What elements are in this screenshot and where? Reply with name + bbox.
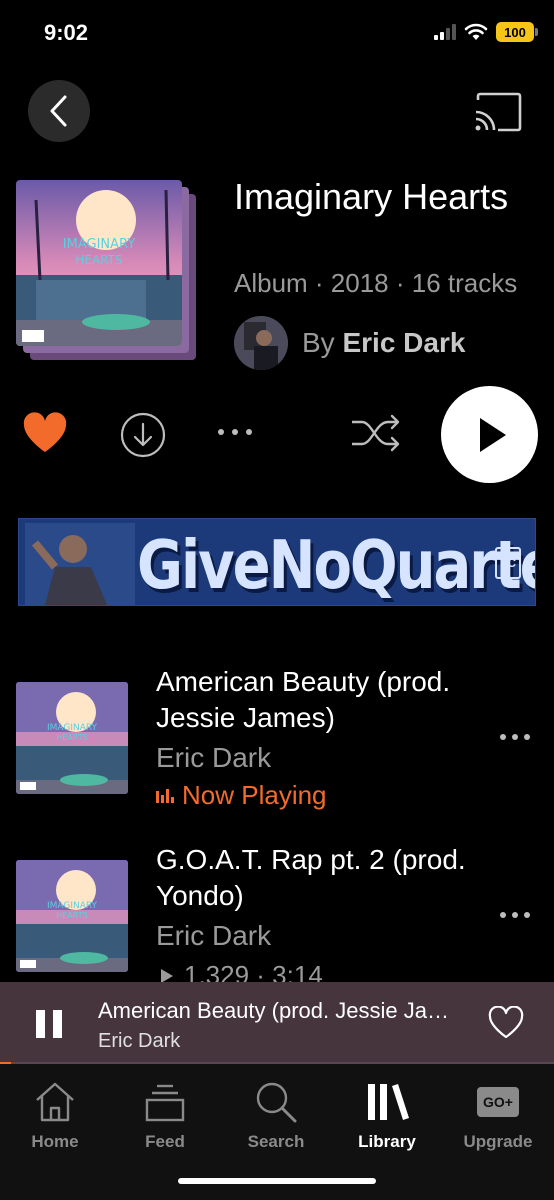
track-more-button[interactable] — [500, 734, 530, 740]
like-button[interactable] — [22, 412, 68, 454]
artist-name[interactable]: Eric Dark — [342, 327, 465, 358]
track-title: American Beauty (prod. Jessie James) — [156, 666, 451, 733]
tab-label: Search — [247, 1132, 305, 1151]
album-cover-title: IMAGINARY — [63, 237, 135, 252]
artist-avatar — [234, 316, 288, 370]
track-artist: Eric Dark — [156, 742, 272, 773]
more-options-button[interactable] — [212, 422, 258, 442]
track-artist: Eric Dark — [156, 920, 272, 951]
album-art-image: IMAGINARY HEARTS — [16, 180, 182, 346]
mini-like-button[interactable] — [488, 1005, 524, 1040]
go-plus-icon: GO+ — [477, 1087, 519, 1117]
mini-player[interactable]: American Beauty (prod. Jessie James) Eri… — [0, 982, 554, 1064]
album-meta: Album · 2018 · 16 tracks — [234, 268, 518, 298]
cast-icon — [475, 92, 522, 132]
tab-home[interactable]: Home — [0, 1076, 110, 1152]
tab-label: Library — [358, 1132, 416, 1151]
cast-button[interactable] — [472, 90, 524, 134]
mini-player-title: American Beauty (prod. Jessie James) — [98, 998, 460, 1023]
svg-text:HEARTS: HEARTS — [56, 911, 87, 920]
now-playing-label: Now Playing — [182, 780, 327, 810]
tab-label: Upgrade — [463, 1132, 533, 1151]
track-artwork: IMAGINARY HEARTS — [16, 860, 128, 972]
tab-feed[interactable]: Feed — [110, 1076, 220, 1152]
banner-ad[interactable]: GiveNoQuarter LC — [18, 518, 536, 606]
shuffle-icon — [352, 414, 400, 452]
track-more-button[interactable] — [500, 912, 530, 918]
album-cover: IMAGINARY HEARTS — [16, 180, 182, 346]
svg-text:HEARTS: HEARTS — [75, 253, 122, 267]
status-icons: 100 — [434, 22, 538, 42]
feed-icon — [145, 1084, 185, 1122]
wifi-icon — [464, 23, 488, 40]
banner-player-image — [25, 523, 135, 605]
download-button[interactable] — [120, 412, 166, 458]
pause-button[interactable] — [36, 1010, 62, 1038]
mini-player-artist: Eric Dark — [98, 1030, 181, 1052]
svg-text:IMAGINARY: IMAGINARY — [47, 901, 98, 911]
tab-label: Home — [31, 1132, 79, 1151]
svg-text:HEARTS: HEARTS — [56, 733, 87, 742]
more-horizontal-icon — [500, 734, 506, 740]
back-button[interactable] — [28, 80, 90, 142]
equalizer-icon — [156, 788, 174, 803]
home-indicator — [178, 1178, 376, 1184]
tab-library[interactable]: Library — [332, 1076, 442, 1152]
svg-text:IMAGINARY: IMAGINARY — [47, 723, 98, 733]
play-icon — [479, 417, 506, 452]
library-icon — [368, 1084, 409, 1120]
artist-name-line: By Eric Dark — [302, 327, 466, 358]
tab-label: Feed — [145, 1132, 185, 1151]
shuffle-button[interactable] — [350, 410, 402, 456]
battery-icon: 100 — [496, 22, 538, 42]
play-button[interactable] — [441, 386, 538, 483]
signal-icon — [434, 24, 456, 40]
heart-outline-icon — [488, 1005, 524, 1039]
track-artwork: IMAGINARY HEARTS — [16, 682, 128, 794]
heart-filled-icon — [23, 412, 67, 452]
action-row — [0, 386, 554, 486]
tab-search[interactable]: Search — [221, 1076, 331, 1152]
album-title: Imaginary Hearts — [234, 176, 509, 217]
now-playing-indicator: Now Playing — [156, 780, 327, 811]
more-horizontal-icon — [500, 912, 506, 918]
banner-text: GiveNoQuarter — [137, 527, 535, 605]
artist-link[interactable]: By Eric Dark — [234, 316, 465, 370]
status-bar: 9:02 100 — [0, 0, 554, 66]
album-cover-stack[interactable]: IMAGINARY HEARTS — [16, 180, 196, 360]
pause-icon — [36, 1010, 45, 1038]
more-horizontal-icon — [218, 429, 224, 435]
download-icon — [120, 412, 166, 458]
search-icon — [256, 1082, 297, 1123]
banner-badge: LC — [495, 547, 521, 579]
track-title: G.O.A.T. Rap pt. 2 (prod. Yondo) — [156, 844, 466, 911]
chevron-left-icon — [50, 95, 67, 127]
status-time: 9:02 — [44, 20, 89, 45]
tab-upgrade[interactable]: GO+ Upgrade — [443, 1076, 553, 1152]
home-icon — [36, 1082, 74, 1122]
